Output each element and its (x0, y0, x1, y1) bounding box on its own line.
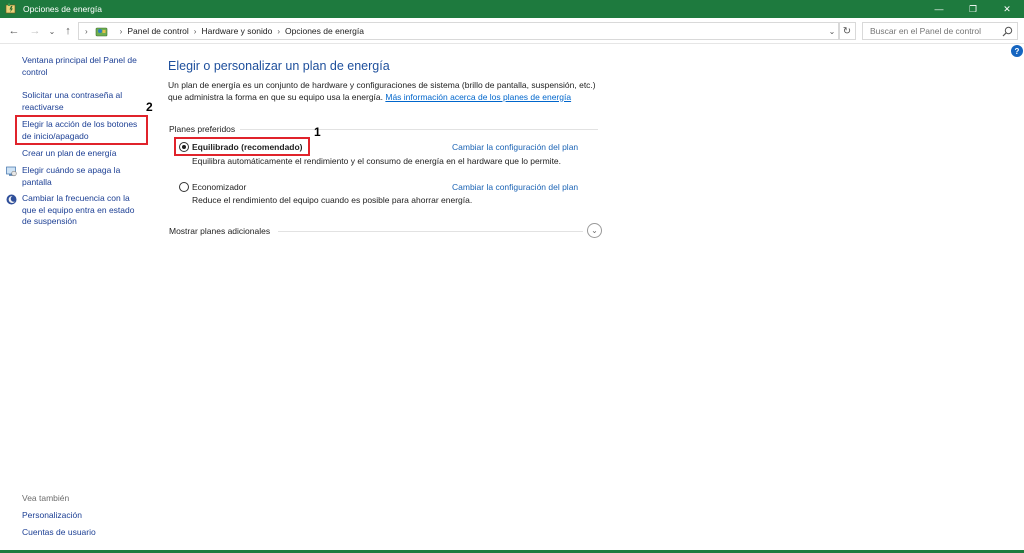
sidebar-item-personalizacion[interactable]: Personalización (22, 510, 152, 522)
sidebar-item-solicitar-contrasena[interactable]: Solicitar una contraseña al reactivarse (22, 90, 152, 113)
window-controls: — ❐ ✕ (922, 0, 1024, 18)
highlight-box-2 (15, 115, 148, 145)
search-box[interactable] (862, 22, 1018, 40)
show-additional-plans-label[interactable]: Mostrar planes adicionales (169, 226, 270, 236)
change-plan-settings-link-economizador[interactable]: Cambiar la configuración del plan (452, 182, 578, 192)
sidebar-item-cuentas-de-usuario[interactable]: Cuentas de usuario (22, 527, 152, 539)
minimize-button[interactable]: — (922, 0, 956, 18)
page-description: Un plan de energía es un conjunto de har… (168, 80, 608, 103)
page-title: Elegir o personalizar un plan de energía (168, 59, 390, 73)
change-plan-settings-link-equilibrado[interactable]: Cambiar la configuración del plan (452, 142, 578, 152)
chevron-right-icon: › (119, 26, 123, 36)
sidebar-item-frecuencia-suspension[interactable]: Cambiar la frecuencia con la que el equi… (22, 193, 144, 228)
address-bar: ← → ⌄ ↑ › › Panel de control › Hardware … (0, 18, 1024, 44)
maximize-button[interactable]: ❐ (956, 0, 990, 18)
search-input[interactable] (870, 26, 1000, 36)
refresh-button[interactable]: ↻ (838, 22, 856, 40)
chevron-right-icon: › (193, 26, 197, 36)
back-button[interactable]: ← (6, 23, 22, 39)
breadcrumb-hardware-y-sonido[interactable]: Hardware y sonido (201, 26, 272, 36)
plan-description-economizador: Reduce el rendimiento del equipo cuando … (192, 195, 473, 205)
plan-description-equilibrado: Equilibra automáticamente el rendimiento… (192, 156, 562, 166)
breadcrumb-opciones-de-energia[interactable]: Opciones de energía (285, 26, 364, 36)
help-button[interactable]: ? (1011, 45, 1023, 57)
forward-button[interactable]: → (27, 23, 43, 39)
highlight-box-1 (174, 137, 310, 156)
expand-chevron-icon[interactable]: ⌄ (587, 223, 602, 238)
up-button[interactable]: ↑ (60, 23, 76, 39)
chevron-right-icon: › (277, 26, 280, 36)
monitor-icon (6, 166, 17, 177)
recent-locations-button[interactable]: ⌄ (44, 23, 60, 39)
window-title: Opciones de energía (23, 4, 102, 14)
moon-icon (6, 194, 17, 205)
search-icon[interactable] (1002, 26, 1013, 37)
plan-radio-economizador[interactable] (179, 182, 189, 192)
close-button[interactable]: ✕ (990, 0, 1024, 18)
more-info-link[interactable]: Más información acerca de los planes de … (385, 92, 571, 102)
additional-plans-divider (278, 231, 583, 232)
section-label-planes-preferidos: Planes preferidos (169, 124, 236, 134)
chevron-right-icon: › (85, 26, 88, 36)
breadcrumb-panel-de-control[interactable]: Panel de control (127, 26, 188, 36)
annotation-number-1: 1 (314, 125, 321, 139)
annotation-number-2: 2 (146, 100, 153, 114)
address-box[interactable]: › › Panel de control › Hardware y sonido… (78, 22, 840, 40)
address-dropdown-button[interactable]: ⌄ (825, 23, 839, 39)
sidebar-item-crear-plan[interactable]: Crear un plan de energía (22, 148, 152, 160)
section-divider (240, 129, 598, 130)
title-bar: Opciones de energía — ❐ ✕ (0, 0, 1024, 18)
control-panel-icon (95, 25, 109, 38)
plan-name-economizador[interactable]: Economizador (192, 182, 246, 192)
see-also-heading: Vea también (22, 493, 70, 503)
power-options-icon (5, 3, 17, 15)
sidebar-item-ventana-principal[interactable]: Ventana principal del Panel de control (22, 55, 152, 78)
sidebar-item-apagar-pantalla[interactable]: Elegir cuándo se apaga la pantalla (22, 165, 140, 188)
